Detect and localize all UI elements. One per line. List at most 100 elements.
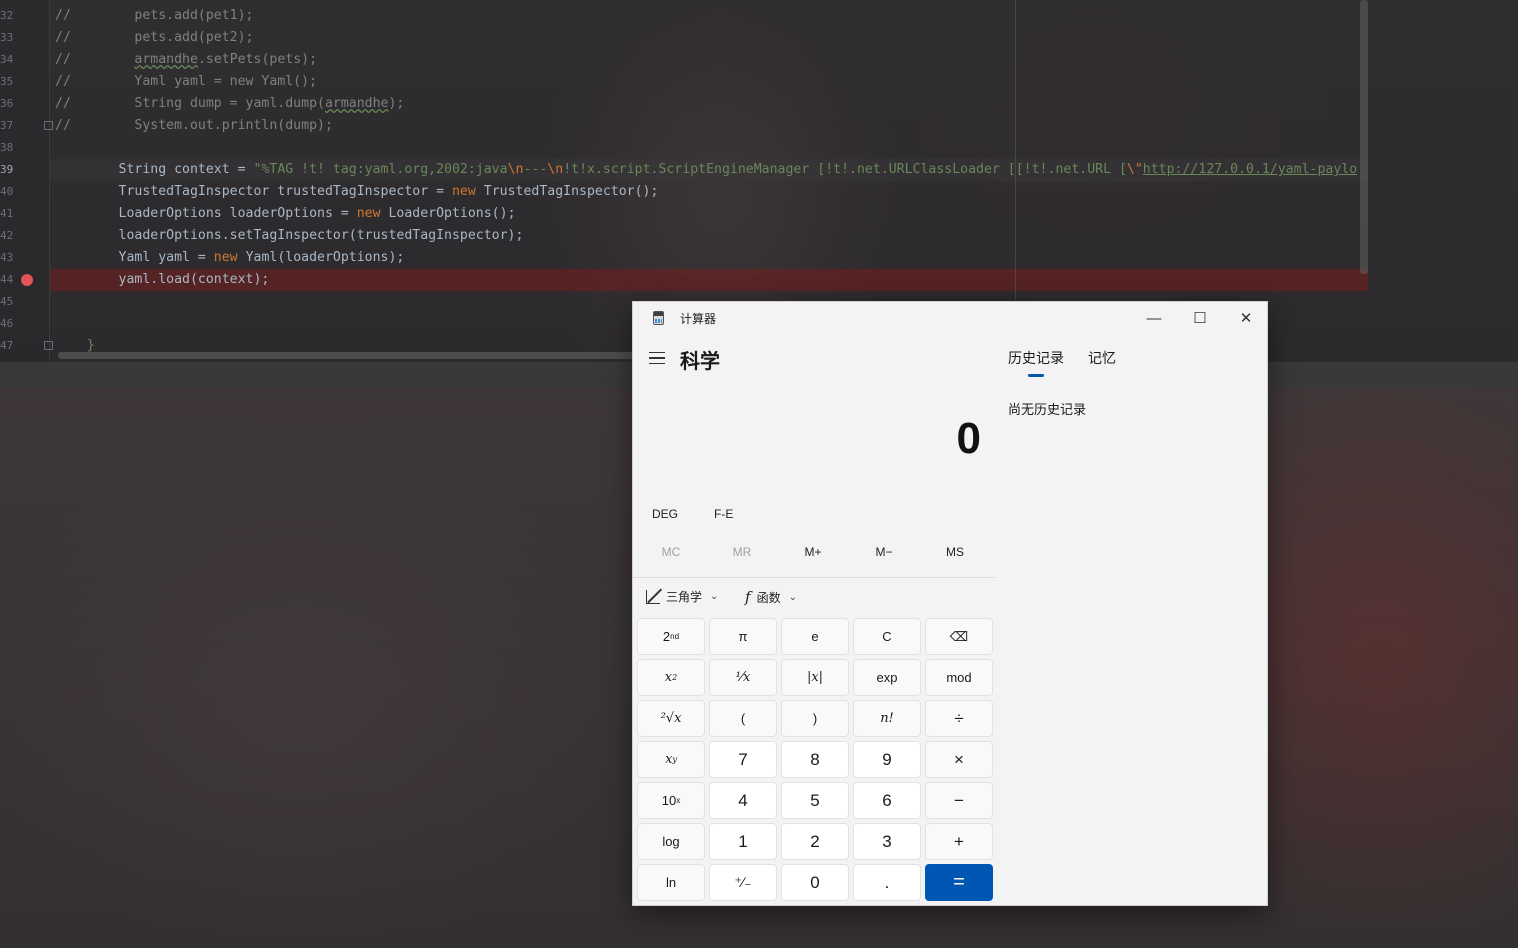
code-keyword: new: [213, 250, 238, 265]
code-line[interactable]: TrustedTagInspector trustedTagInspector …: [55, 181, 659, 203]
code-line[interactable]: // System.out.println(dump);: [55, 115, 333, 137]
code-line[interactable]: LoaderOptions loaderOptions = new Loader…: [55, 203, 516, 225]
code-token: \n: [507, 162, 524, 177]
memory-recall-button[interactable]: MR: [712, 545, 772, 559]
negate-button[interactable]: ⁺∕₋: [709, 864, 777, 901]
memory-add-button[interactable]: M+: [783, 545, 843, 559]
square-button[interactable]: x2: [637, 659, 705, 696]
code-token: Yaml yaml =: [55, 250, 214, 265]
power-button[interactable]: xy: [637, 741, 705, 778]
absolute-value-button[interactable]: |x|: [781, 659, 849, 696]
divider: [633, 577, 995, 578]
maximize-button[interactable]: ☐: [1177, 302, 1223, 334]
square-root-button[interactable]: ²√x: [637, 700, 705, 737]
digit-8-button[interactable]: 8: [781, 741, 849, 778]
code-token: // String dump = yaml.dump(: [55, 96, 325, 111]
fold-marker-icon[interactable]: [44, 341, 53, 350]
euler-button[interactable]: e: [781, 618, 849, 655]
calculator-window[interactable]: 计算器 — ☐ ✕ 科学 0 DEG F-E MC MR M+ M− MS 三角…: [632, 301, 1268, 906]
code-token: \n: [547, 162, 564, 177]
code-token: );: [388, 96, 405, 111]
code-token: TrustedTagInspector trustedTagInspector …: [55, 184, 452, 199]
line-number: 42: [0, 229, 14, 242]
memory-subtract-button[interactable]: M−: [854, 545, 914, 559]
line-number: 37: [0, 119, 14, 132]
pi-button[interactable]: π: [709, 618, 777, 655]
plus-button[interactable]: +: [925, 823, 993, 860]
code-token: Yaml(loaderOptions);: [237, 250, 405, 265]
minus-button[interactable]: −: [925, 782, 993, 819]
line-number: 40: [0, 185, 14, 198]
code-token: armandhe: [324, 96, 389, 111]
empty-history-text: 尚无历史记录: [1008, 402, 1087, 417]
mod-button[interactable]: mod: [925, 659, 993, 696]
digit-3-button[interactable]: 3: [853, 823, 921, 860]
code-url-link[interactable]: http://127.0.0.1/yaml-paylo: [1143, 162, 1357, 177]
code-line[interactable]: // pets.add(pet2);: [55, 27, 254, 49]
line-number: 35: [0, 75, 14, 88]
right-paren-button[interactable]: ): [781, 700, 849, 737]
code-line[interactable]: Yaml yaml = new Yaml(loaderOptions);: [55, 247, 405, 269]
function-dropdown[interactable]: f 函数 ⌄: [745, 588, 797, 606]
equals-button[interactable]: =: [925, 864, 993, 901]
calculator-app-icon: [653, 311, 664, 325]
digit-1-button[interactable]: 1: [709, 823, 777, 860]
code-line[interactable]: String context = "%TAG !t! tag:yaml.org,…: [55, 159, 1368, 181]
reciprocal-button[interactable]: ¹⁄x: [709, 659, 777, 696]
digit-4-button[interactable]: 4: [709, 782, 777, 819]
mode-header: 科学: [633, 342, 995, 378]
digit-5-button[interactable]: 5: [781, 782, 849, 819]
code-token: TrustedTagInspector();: [475, 184, 659, 199]
factorial-button[interactable]: n!: [853, 700, 921, 737]
line-number: 34: [0, 53, 14, 66]
ln-button[interactable]: ln: [637, 864, 705, 901]
code-line[interactable]: yaml.load(context);: [55, 269, 270, 291]
function-label: 函数: [756, 590, 781, 605]
code-line[interactable]: // armandhe.setPets(pets);: [55, 49, 317, 71]
memory-store-button[interactable]: MS: [925, 545, 985, 559]
code-token: ---: [523, 162, 548, 177]
code-line[interactable]: // pets.add(pet1);: [55, 5, 254, 27]
clear-button[interactable]: C: [853, 618, 921, 655]
digit-0-button[interactable]: 0: [781, 864, 849, 901]
code-token: //: [55, 52, 135, 67]
trig-label: 三角学: [666, 590, 703, 604]
trig-dropdown[interactable]: 三角学 ⌄: [646, 588, 718, 605]
digit-7-button[interactable]: 7: [709, 741, 777, 778]
digit-2-button[interactable]: 2: [781, 823, 849, 860]
code-line[interactable]: // String dump = yaml.dump(armandhe);: [55, 93, 404, 115]
multiply-button[interactable]: ×: [925, 741, 993, 778]
decimal-button[interactable]: .: [853, 864, 921, 901]
title-bar[interactable]: 计算器 — ☐ ✕: [633, 302, 1267, 334]
memory-clear-button[interactable]: MC: [641, 545, 701, 559]
angle-unit-toggle[interactable]: DEG: [652, 507, 678, 521]
fold-marker-icon[interactable]: [44, 121, 53, 130]
line-number: 46: [0, 317, 14, 330]
function-icon: f: [745, 588, 751, 606]
code-line[interactable]: // Yaml yaml = new Yaml();: [55, 71, 317, 93]
log-button[interactable]: log: [637, 823, 705, 860]
line-number: 47: [0, 339, 14, 352]
notation-toggle[interactable]: F-E: [714, 507, 733, 521]
left-paren-button[interactable]: (: [709, 700, 777, 737]
second-function-button[interactable]: 2nd: [637, 618, 705, 655]
code-keyword: new: [451, 184, 476, 199]
tab-memory[interactable]: 记忆: [1088, 348, 1116, 368]
hamburger-menu-icon[interactable]: [649, 352, 665, 364]
code-token: .setPets(pets);: [197, 52, 318, 67]
tab-history[interactable]: 历史记录: [1008, 348, 1064, 368]
vertical-scrollbar[interactable]: [1360, 0, 1368, 274]
digit-9-button[interactable]: 9: [853, 741, 921, 778]
code-token: LoaderOptions();: [380, 206, 516, 221]
close-button[interactable]: ✕: [1223, 302, 1269, 334]
memory-row: MC MR M+ M− MS: [633, 540, 995, 568]
code-line[interactable]: loaderOptions.setTagInspector(trustedTag…: [55, 225, 524, 247]
ten-power-button[interactable]: 10 x: [637, 782, 705, 819]
line-number: 41: [0, 207, 14, 220]
backspace-button[interactable]: ⌫: [925, 618, 993, 655]
divide-button[interactable]: ÷: [925, 700, 993, 737]
exp-button[interactable]: exp: [853, 659, 921, 696]
digit-6-button[interactable]: 6: [853, 782, 921, 819]
minimize-button[interactable]: —: [1131, 302, 1177, 334]
breakpoint-icon[interactable]: [21, 274, 33, 286]
